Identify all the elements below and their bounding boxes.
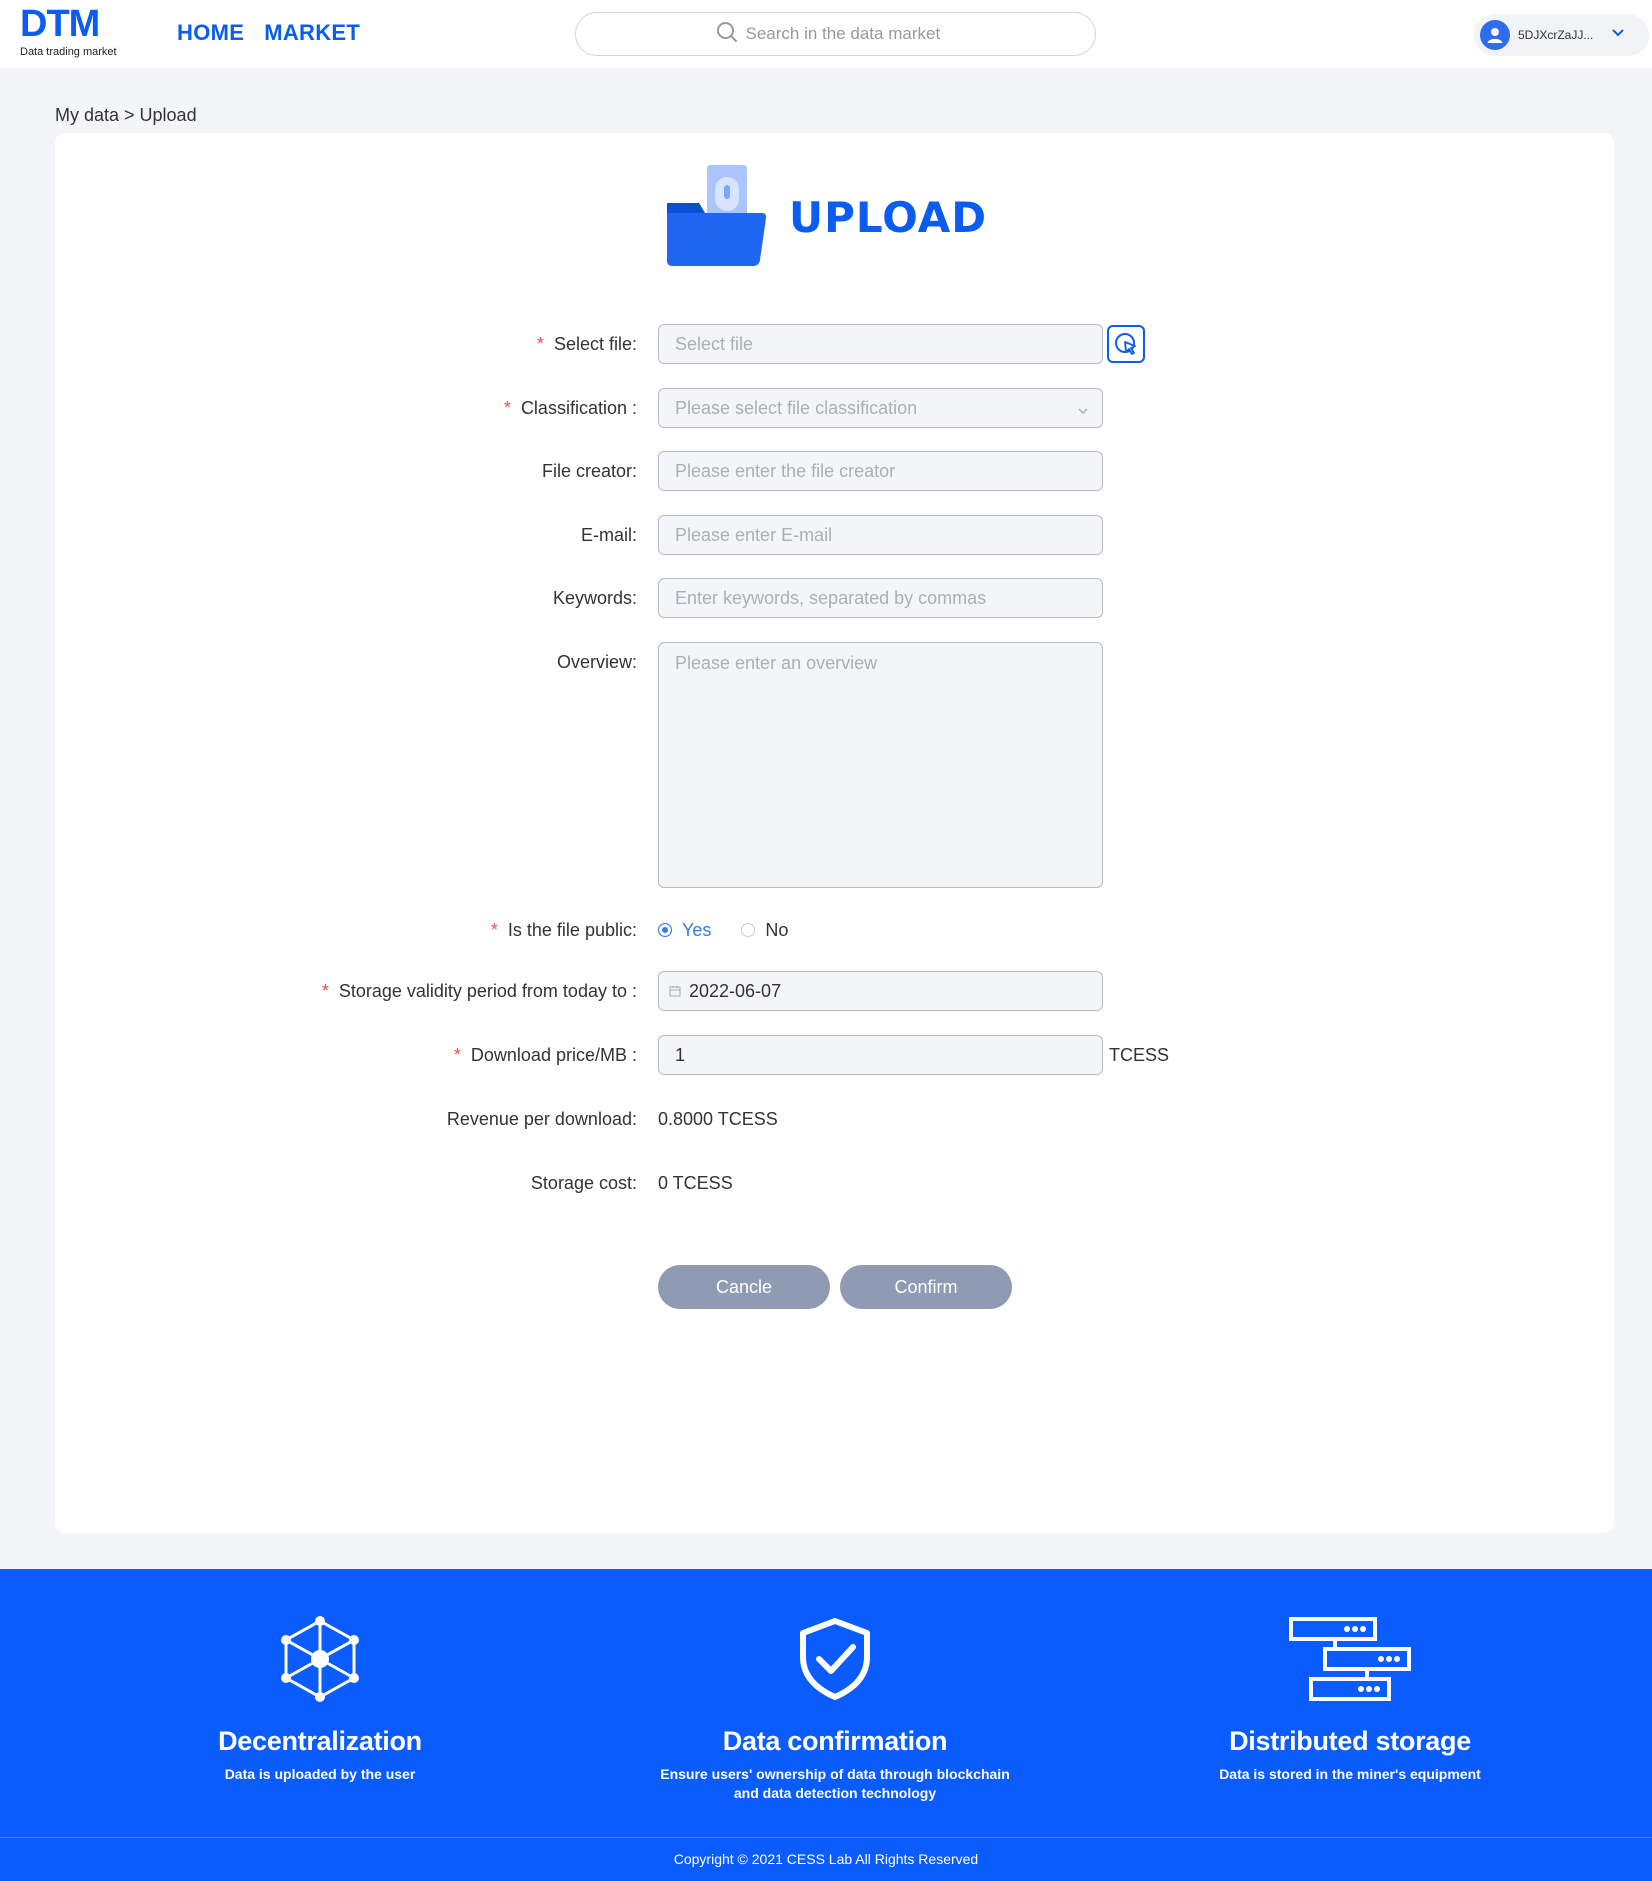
storage-cost-row: Storage cost: 0 TCESS: [0, 1163, 1652, 1203]
copyright: Copyright © 2021 CESS Lab All Rights Res…: [673, 1851, 979, 1867]
feature-data-confirmation: Data confirmation Ensure users' ownershi…: [575, 1614, 1095, 1803]
feature-distributed-storage: Distributed storage Data is stored in th…: [1090, 1614, 1610, 1784]
keywords-row: Keywords:: [0, 578, 1652, 618]
top-header: DTM Data trading market HOME MARKET 5DJX…: [0, 0, 1652, 68]
feature-decentralization: Decentralization Data is uploaded by the…: [60, 1614, 580, 1784]
file-creator-label: File creator:: [541, 461, 637, 481]
classification-label: * Classification :: [503, 398, 637, 418]
select-file-button[interactable]: [1107, 325, 1145, 363]
public-no-radio[interactable]: No: [741, 920, 788, 941]
download-price-unit: TCESS: [1109, 1045, 1170, 1065]
confirm-button[interactable]: Confirm: [840, 1265, 1012, 1309]
classification-placeholder: Please select file classification: [675, 397, 918, 418]
feature-title: Data confirmation: [722, 1726, 948, 1756]
revenue-label: Revenue per download:: [446, 1109, 637, 1129]
folder-upload-icon: [665, 163, 767, 272]
public-radio-group: Yes No: [658, 910, 788, 950]
public-yes-label: Yes: [682, 919, 712, 940]
storage-cost-value: 0 TCESS: [658, 1173, 733, 1193]
download-price-row: * Download price/MB : 1 TCESS: [0, 1035, 1652, 1075]
search-input[interactable]: [745, 24, 956, 44]
public-label: * Is the file public:: [490, 920, 637, 940]
file-creator-input[interactable]: [675, 460, 1102, 482]
feature-text: Data is uploaded by the user: [224, 1766, 416, 1782]
keywords-input[interactable]: [675, 587, 1102, 609]
email-input[interactable]: [675, 524, 1102, 546]
pointer-click-icon: [1115, 333, 1136, 355]
user-menu[interactable]: 5DJXcrZaJJ...: [1474, 14, 1649, 56]
select-file-input[interactable]: [675, 333, 1102, 355]
select-file-field[interactable]: [658, 324, 1103, 364]
public-yes-radio[interactable]: Yes: [658, 920, 711, 941]
upload-title: UPLOAD: [789, 193, 988, 242]
shield-check-icon: [575, 1614, 1095, 1704]
revenue-row: Revenue per download: 0.8000 TCESS: [0, 1099, 1652, 1139]
user-name: 5DJXcrZaJJ...: [1518, 28, 1594, 42]
radio-dot-selected: [658, 923, 672, 937]
storage-period-label: * Storage validity period from today to :: [321, 981, 637, 1001]
hexagon-network-icon: [60, 1614, 580, 1704]
breadcrumb: My data > Upload: [55, 105, 197, 125]
public-row: * Is the file public: Yes No: [0, 910, 1652, 950]
overview-field[interactable]: [658, 642, 1103, 888]
search-icon: [716, 21, 738, 48]
feature-text: Ensure users' ownership of data through …: [660, 1766, 1010, 1801]
download-price-label: * Download price/MB :: [453, 1045, 637, 1065]
footer-divider: [0, 1837, 1652, 1838]
avatar: [1480, 20, 1510, 50]
email-row: E-mail:: [0, 515, 1652, 555]
footer: Decentralization Data is uploaded by the…: [0, 1569, 1652, 1881]
storage-cost-label: Storage cost:: [530, 1173, 637, 1193]
select-file-row: * Select file:: [0, 324, 1652, 364]
storage-period-value: 2022-06-07: [689, 980, 782, 1001]
feature-title: Decentralization: [218, 1726, 422, 1756]
keywords-field[interactable]: [658, 578, 1103, 618]
feature-title: Distributed storage: [1229, 1726, 1471, 1756]
chevron-down-icon[interactable]: [1610, 25, 1626, 46]
radio-dot: [741, 923, 756, 937]
feature-text: Data is stored in the miner's equipment: [1219, 1766, 1481, 1782]
logo-mark: DTM: [20, 3, 100, 45]
server-stack-icon: [1090, 1614, 1610, 1704]
search-bar[interactable]: [575, 12, 1096, 56]
overview-textarea[interactable]: [675, 653, 1086, 877]
overview-row: Overview:: [0, 642, 1652, 888]
main-nav: HOME MARKET: [177, 20, 360, 46]
cancel-button[interactable]: Cancle: [658, 1265, 830, 1309]
email-field[interactable]: [658, 515, 1103, 555]
classification-row: * Classification : Please select file cla…: [0, 388, 1652, 428]
file-creator-field[interactable]: [658, 451, 1103, 491]
storage-period-datepicker[interactable]: 2022-06-07: [658, 971, 1103, 1011]
overview-label: Overview:: [556, 652, 637, 672]
nav-home-link[interactable]: HOME: [177, 20, 244, 46]
logo-subtitle: Data trading market: [20, 46, 117, 58]
public-no-label: No: [765, 919, 789, 940]
classification-select[interactable]: Please select file classification: [658, 388, 1103, 428]
keywords-label: Keywords:: [552, 588, 637, 608]
upload-hero: UPLOAD: [665, 163, 987, 272]
nav-market-link[interactable]: MARKET: [264, 20, 360, 46]
storage-period-row: * Storage validity period from today to :…: [0, 971, 1652, 1011]
user-icon: [1487, 28, 1503, 43]
calendar-icon: [669, 985, 681, 997]
email-label: E-mail:: [580, 525, 637, 545]
chevron-down-icon: [1076, 402, 1090, 423]
download-price-value: 1: [675, 1044, 686, 1065]
download-price-field[interactable]: 1: [658, 1035, 1103, 1075]
logo[interactable]: DTM Data trading market: [20, 4, 124, 60]
file-creator-row: File creator:: [0, 451, 1652, 491]
select-file-label: * Select file:: [536, 334, 637, 354]
revenue-value: 0.8000 TCESS: [658, 1109, 778, 1129]
